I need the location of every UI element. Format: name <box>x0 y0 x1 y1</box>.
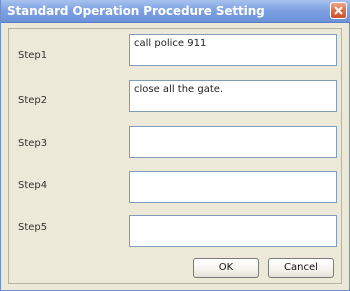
step4-field[interactable] <box>129 171 337 203</box>
steps-panel: Step1 call police 911 Step2 close all th… <box>8 28 342 284</box>
cancel-button[interactable]: Cancel <box>268 258 334 278</box>
close-icon <box>334 6 343 15</box>
step5-label: Step5 <box>18 222 48 233</box>
ok-button[interactable]: OK <box>193 258 259 278</box>
step1-label: Step1 <box>18 50 48 61</box>
step1-field[interactable]: call police 911 <box>129 34 337 66</box>
close-button[interactable] <box>330 2 347 19</box>
step2-label: Step2 <box>18 95 48 106</box>
step2-field[interactable]: close all the gate. <box>129 80 337 112</box>
title-bar[interactable]: Standard Operation Procedure Setting <box>1 0 350 23</box>
step4-label: Step4 <box>18 180 48 191</box>
step5-field[interactable] <box>129 215 337 247</box>
step3-label: Step3 <box>18 138 48 149</box>
sop-setting-dialog: Standard Operation Procedure Setting Ste… <box>0 0 350 291</box>
window-title: Standard Operation Procedure Setting <box>7 4 265 18</box>
step3-field[interactable] <box>129 126 337 158</box>
